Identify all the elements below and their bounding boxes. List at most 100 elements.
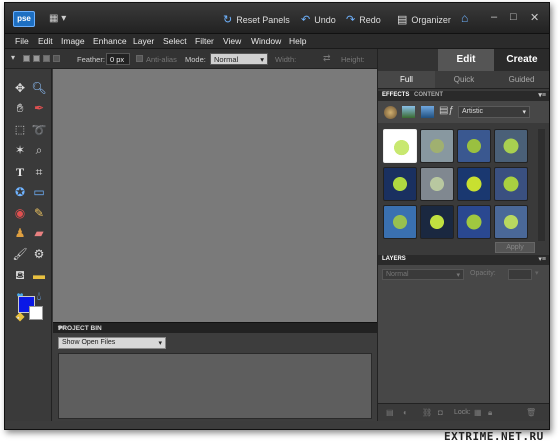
paint-bucket-tool-icon[interactable]: ⛾ <box>11 266 29 284</box>
minimize-button[interactable]: – <box>491 11 497 23</box>
menu-help[interactable]: Help <box>289 36 306 46</box>
reset-panels-button[interactable]: ↻ Reset Panels <box>223 13 290 26</box>
effects-scrollbar[interactable] <box>538 129 545 241</box>
mode-select[interactable]: Normal ▾ <box>210 53 268 65</box>
tab-full[interactable]: Full <box>378 71 435 89</box>
opacity-field[interactable] <box>508 269 532 280</box>
layers-panel-header: LAYERS ▾≡ <box>378 255 549 265</box>
opacity-label: Opacity: <box>470 270 496 277</box>
brush-tool-icon[interactable]: 🖌︎ <box>11 245 29 263</box>
lasso-tool-icon[interactable]: ➰ <box>30 121 48 139</box>
effect-thumbnail[interactable] <box>494 129 528 163</box>
lock-transparency-icon[interactable]: ▦ <box>474 408 482 417</box>
project-bin-area[interactable] <box>58 353 372 419</box>
background-color-swatch[interactable] <box>29 306 43 320</box>
cookie-cutter-tool-icon[interactable]: ✪ <box>11 183 29 201</box>
close-button[interactable]: ✕ <box>530 11 539 24</box>
layout-grid-icon[interactable]: ▦ ▾ <box>49 13 66 24</box>
anti-alias-checkbox[interactable] <box>136 55 143 62</box>
show-files-select[interactable]: Show Open Files ▾ <box>58 337 166 349</box>
eraser-tool-icon[interactable]: ▰ <box>30 224 48 242</box>
effects-category-select[interactable]: Artistic ▾ <box>458 106 530 118</box>
canvas-area[interactable] <box>53 69 377 322</box>
tab-create[interactable]: Create <box>494 49 549 71</box>
pse-logo: pse <box>13 11 35 27</box>
tab-guided[interactable]: Guided <box>493 71 549 89</box>
effect-thumbnail[interactable] <box>383 205 417 239</box>
effect-thumbnail[interactable] <box>494 205 528 239</box>
right-panel: Edit Create Full Quick Guided EFFECTS CO… <box>377 49 549 421</box>
menu-enhance[interactable]: Enhance <box>93 36 127 46</box>
tab-content[interactable]: CONTENT <box>414 92 443 98</box>
effects-panel-header: EFFECTS CONTENT ▾≡ <box>378 91 549 101</box>
feather-input[interactable]: 0 px <box>106 53 130 65</box>
maximize-button[interactable]: □ <box>510 11 517 23</box>
new-layer-icon[interactable]: ▤ <box>386 408 394 417</box>
intersect-selection-icon[interactable] <box>53 55 60 62</box>
healing-brush-tool-icon[interactable]: ✎ <box>30 204 48 222</box>
menu-image[interactable]: Image <box>61 36 85 46</box>
menu-file[interactable]: File <box>15 36 29 46</box>
menu-window[interactable]: Window <box>251 36 281 46</box>
menu-filter[interactable]: Filter <box>195 36 214 46</box>
blend-mode-select[interactable]: Normal ▾ <box>382 269 464 280</box>
effect-thumbnail[interactable] <box>420 205 454 239</box>
trash-icon[interactable]: 🗑︎ <box>526 408 536 417</box>
chevron-down-icon[interactable]: ▾ <box>535 269 539 277</box>
tool-preset-dropdown[interactable]: ▾ <box>11 53 15 62</box>
subtract-selection-icon[interactable] <box>43 55 50 62</box>
styles-icon[interactable] <box>402 106 415 118</box>
marquee-tool-icon[interactable]: ⬚ <box>11 121 29 139</box>
width-label: Width: <box>275 55 297 64</box>
default-colors-icon[interactable]: ▪ <box>17 315 19 322</box>
new-selection-icon[interactable] <box>23 55 30 62</box>
clone-stamp-tool-icon[interactable]: ♟ <box>11 224 29 242</box>
effect-thumbnail[interactable] <box>457 167 491 201</box>
add-selection-icon[interactable] <box>33 55 40 62</box>
new-adjustment-layer-icon[interactable]: ◐ <box>403 408 408 417</box>
undo-button[interactable]: ↶ Undo <box>301 13 336 26</box>
mask-icon[interactable]: ◘ <box>438 408 443 417</box>
zoom-tool-icon[interactable]: 🔍︎ <box>30 79 48 97</box>
tab-edit[interactable]: Edit <box>438 49 494 71</box>
eyedropper-tool-icon[interactable]: ✒ <box>30 99 48 117</box>
effect-thumbnail[interactable] <box>457 205 491 239</box>
gradient-tool-icon[interactable]: ▬ <box>30 266 48 284</box>
straighten-tool-icon[interactable]: ▭ <box>30 183 48 201</box>
crop-tool-icon[interactable]: ⌗ <box>30 163 48 181</box>
menu-select[interactable]: Select <box>163 36 187 46</box>
home-icon[interactable]: ⌂ <box>461 11 468 25</box>
selection-brush-tool-icon[interactable]: ⌕ <box>30 141 48 159</box>
panel-menu-icon[interactable]: ▾≡ <box>538 255 546 263</box>
tab-quick[interactable]: Quick <box>435 71 493 89</box>
hand-tool-icon[interactable]: ✋︎ <box>11 99 29 117</box>
lock-all-icon[interactable]: 🔒︎ <box>488 408 492 418</box>
link-layers-icon[interactable]: ⛓ <box>422 408 432 417</box>
red-eye-tool-icon[interactable]: ◉ <box>11 204 29 222</box>
fx-icon[interactable]: ▤ƒ <box>439 105 454 116</box>
smart-brush-tool-icon[interactable]: ⚙ <box>30 245 48 263</box>
menu-view[interactable]: View <box>223 36 241 46</box>
effect-thumbnail[interactable] <box>383 167 417 201</box>
organizer-button[interactable]: ▤ Organizer <box>397 13 451 26</box>
apply-button[interactable]: Apply <box>495 242 535 253</box>
filters-icon[interactable] <box>384 106 397 119</box>
effect-thumbnail[interactable] <box>420 167 454 201</box>
panel-menu-icon[interactable]: ▾≡ <box>58 324 373 332</box>
panel-menu-icon[interactable]: ▾≡ <box>538 91 546 99</box>
swap-icon[interactable]: ⇄ <box>323 53 331 64</box>
menu-layer[interactable]: Layer <box>133 36 154 46</box>
effect-thumbnail[interactable] <box>420 129 454 163</box>
move-tool-icon[interactable]: ✥ <box>11 79 29 97</box>
effect-thumbnail[interactable] <box>494 167 528 201</box>
type-tool-icon[interactable]: T <box>11 163 29 181</box>
effect-thumbnail[interactable] <box>457 129 491 163</box>
chevron-down-icon: ▾ <box>522 109 526 116</box>
magic-wand-tool-icon[interactable]: ✶ <box>11 141 29 159</box>
redo-button[interactable]: ↷ Redo <box>346 13 381 26</box>
tab-effects[interactable]: EFFECTS <box>382 92 409 98</box>
tab-spacer <box>378 49 438 71</box>
menu-edit[interactable]: Edit <box>38 36 53 46</box>
effect-thumbnail[interactable] <box>383 129 417 163</box>
photo-effects-icon[interactable] <box>421 106 434 118</box>
